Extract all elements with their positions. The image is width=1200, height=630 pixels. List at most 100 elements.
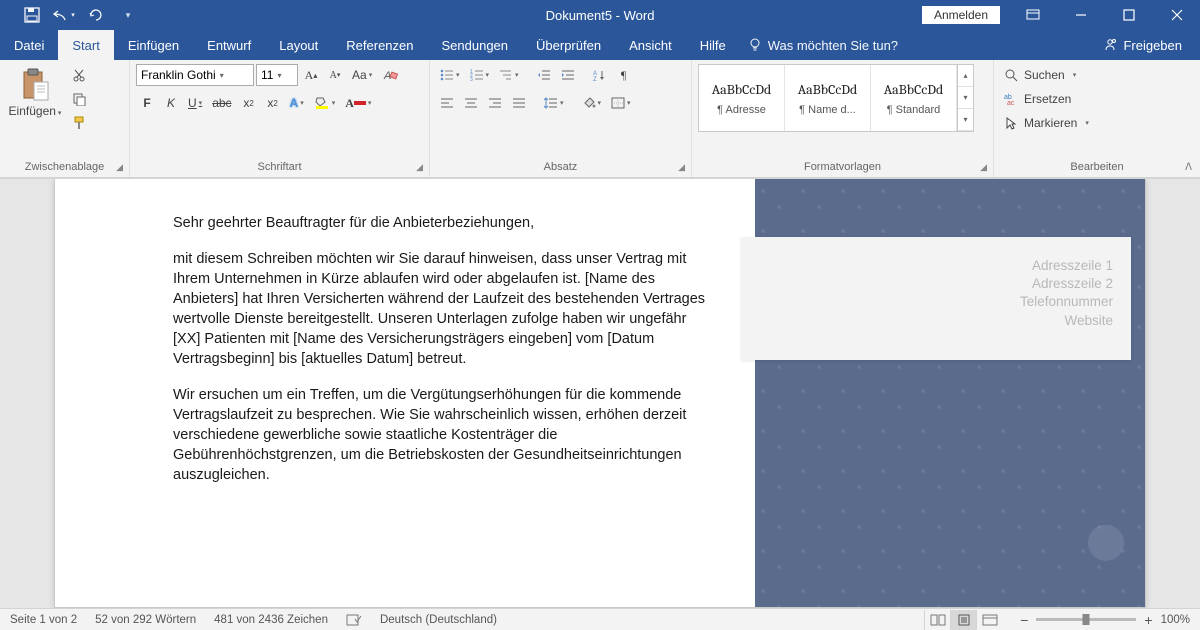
increase-indent-button[interactable] <box>557 64 579 86</box>
read-mode-button[interactable] <box>924 610 950 630</box>
copy-button[interactable] <box>68 88 90 110</box>
web-layout-button[interactable] <box>976 610 1002 630</box>
change-case-button[interactable]: Aa▾ <box>348 64 376 86</box>
font-color-button[interactable]: A▾ <box>341 92 375 114</box>
document-body[interactable]: Sehr geehrter Beauftragter für die Anbie… <box>55 179 755 607</box>
website-line[interactable]: Website <box>759 312 1113 330</box>
subscript-button[interactable]: x2 <box>238 92 260 114</box>
zoom-out-button[interactable]: − <box>1020 612 1028 628</box>
line-spacing-button[interactable]: ▾ <box>540 92 568 114</box>
find-button[interactable]: Suchen▾ <box>1000 64 1100 86</box>
redo-icon[interactable] <box>82 1 110 29</box>
address-line-1[interactable]: Adresszeile 1 <box>759 257 1113 275</box>
borders-icon <box>611 97 625 109</box>
tab-insert[interactable]: Einfügen <box>114 30 193 60</box>
search-icon <box>1004 68 1018 82</box>
format-painter-button[interactable] <box>68 112 90 134</box>
group-font: Franklin Gothi▾ 11▾ A▴ A▾ Aa▾ A F K U▾ a… <box>130 60 430 177</box>
tab-file[interactable]: Datei <box>0 30 58 60</box>
cursor-icon <box>1004 116 1018 130</box>
save-icon[interactable] <box>18 1 46 29</box>
highlight-button[interactable]: ▾ <box>310 92 340 114</box>
collapse-ribbon-icon[interactable]: ᐱ <box>1185 162 1192 173</box>
greeting-line[interactable]: Sehr geehrter Beauftragter für die Anbie… <box>173 213 715 233</box>
indent-icon <box>561 69 575 81</box>
paragraph-launcher-icon[interactable]: ◢ <box>678 162 685 173</box>
styles-scrollbar[interactable]: ▴▾▾ <box>957 65 973 131</box>
font-name-combo[interactable]: Franklin Gothi▾ <box>136 64 254 86</box>
tab-mailings[interactable]: Sendungen <box>428 30 523 60</box>
page[interactable]: Sehr geehrter Beauftragter für die Anbie… <box>54 179 1146 608</box>
bullets-button[interactable]: ▾ <box>436 64 464 86</box>
bold-button[interactable]: F <box>136 92 158 114</box>
spellcheck-icon[interactable] <box>346 613 362 627</box>
underline-button[interactable]: U▾ <box>184 92 206 114</box>
text-effects-button[interactable]: A▾ <box>286 92 308 114</box>
styles-launcher-icon[interactable]: ◢ <box>980 162 987 173</box>
tab-design[interactable]: Entwurf <box>193 30 265 60</box>
align-right-button[interactable] <box>484 92 506 114</box>
paragraph-1[interactable]: mit diesem Schreiben möchten wir Sie dar… <box>173 249 715 369</box>
share-button[interactable]: Freigeben <box>1085 30 1200 60</box>
tab-review[interactable]: Überprüfen <box>522 30 615 60</box>
sort-button[interactable]: AZ <box>589 64 611 86</box>
status-words[interactable]: 52 von 292 Wörtern <box>95 614 196 626</box>
quick-access-toolbar: ▾ ▾ <box>0 1 142 29</box>
align-left-button[interactable] <box>436 92 458 114</box>
style-adresse[interactable]: AaBbCcDd¶ Adresse <box>699 65 785 131</box>
clear-formatting-button[interactable]: A <box>378 64 402 86</box>
zoom-controls: − + 100% <box>1020 612 1190 628</box>
status-page[interactable]: Seite 1 von 2 <box>10 614 77 626</box>
zoom-level[interactable]: 100% <box>1161 614 1190 626</box>
justify-button[interactable] <box>508 92 530 114</box>
tell-me-label: Was möchten Sie tun? <box>768 38 898 53</box>
borders-button[interactable]: ▾ <box>607 92 635 114</box>
undo-icon[interactable]: ▾ <box>50 1 78 29</box>
decrease-indent-button[interactable] <box>533 64 555 86</box>
style-standard[interactable]: AaBbCcDd¶ Standard <box>871 65 957 131</box>
zoom-slider[interactable] <box>1036 618 1136 621</box>
close-icon[interactable] <box>1154 0 1200 30</box>
select-button[interactable]: Markieren▾ <box>1000 112 1100 134</box>
font-launcher-icon[interactable]: ◢ <box>416 162 423 173</box>
share-label: Freigeben <box>1123 38 1182 53</box>
signin-button[interactable]: Anmelden <box>922 6 1000 24</box>
multilevel-list-button[interactable]: ▾ <box>495 64 523 86</box>
address-placeholder-box[interactable]: Adresszeile 1 Adresszeile 2 Telefonnumme… <box>741 237 1131 360</box>
status-language[interactable]: Deutsch (Deutschland) <box>380 614 497 626</box>
align-center-icon <box>464 97 478 109</box>
show-marks-button[interactable]: ¶ <box>613 64 635 86</box>
font-size-combo[interactable]: 11▾ <box>256 64 298 86</box>
clipboard-launcher-icon[interactable]: ◢ <box>116 162 123 173</box>
align-center-button[interactable] <box>460 92 482 114</box>
shrink-font-button[interactable]: A▾ <box>324 64 346 86</box>
status-chars[interactable]: 481 von 2436 Zeichen <box>214 614 328 626</box>
tab-layout[interactable]: Layout <box>265 30 332 60</box>
replace-button[interactable]: abacErsetzen <box>1000 88 1100 110</box>
address-line-2[interactable]: Adresszeile 2 <box>759 275 1113 293</box>
minimize-icon[interactable] <box>1058 0 1104 30</box>
tab-help[interactable]: Hilfe <box>686 30 740 60</box>
phone-line[interactable]: Telefonnummer <box>759 293 1113 311</box>
paragraph-2[interactable]: Wir ersuchen um ein Treffen, um die Verg… <box>173 385 715 485</box>
strikethrough-button[interactable]: abc <box>208 92 235 114</box>
zoom-in-button[interactable]: + <box>1144 612 1152 628</box>
numbering-button[interactable]: 123▾ <box>466 64 494 86</box>
maximize-icon[interactable] <box>1106 0 1152 30</box>
cut-button[interactable] <box>68 64 90 86</box>
superscript-button[interactable]: x2 <box>262 92 284 114</box>
tab-view[interactable]: Ansicht <box>615 30 686 60</box>
share-icon <box>1103 38 1117 52</box>
tell-me-search[interactable]: Was möchten Sie tun? <box>748 30 1086 60</box>
paste-button[interactable]: Einfügen▾ <box>6 64 64 118</box>
tab-references[interactable]: Referenzen <box>332 30 427 60</box>
styles-gallery[interactable]: AaBbCcDd¶ Adresse AaBbCcDd¶ Name d... Aa… <box>698 64 974 132</box>
print-layout-button[interactable] <box>950 610 976 630</box>
grow-font-button[interactable]: A▴ <box>300 64 322 86</box>
ribbon-display-icon[interactable] <box>1010 0 1056 30</box>
shading-button[interactable]: ▾ <box>578 92 606 114</box>
tab-home[interactable]: Start <box>58 30 113 60</box>
qat-customize-icon[interactable]: ▾ <box>114 1 142 29</box>
style-name-des[interactable]: AaBbCcDd¶ Name d... <box>785 65 871 131</box>
italic-button[interactable]: K <box>160 92 182 114</box>
